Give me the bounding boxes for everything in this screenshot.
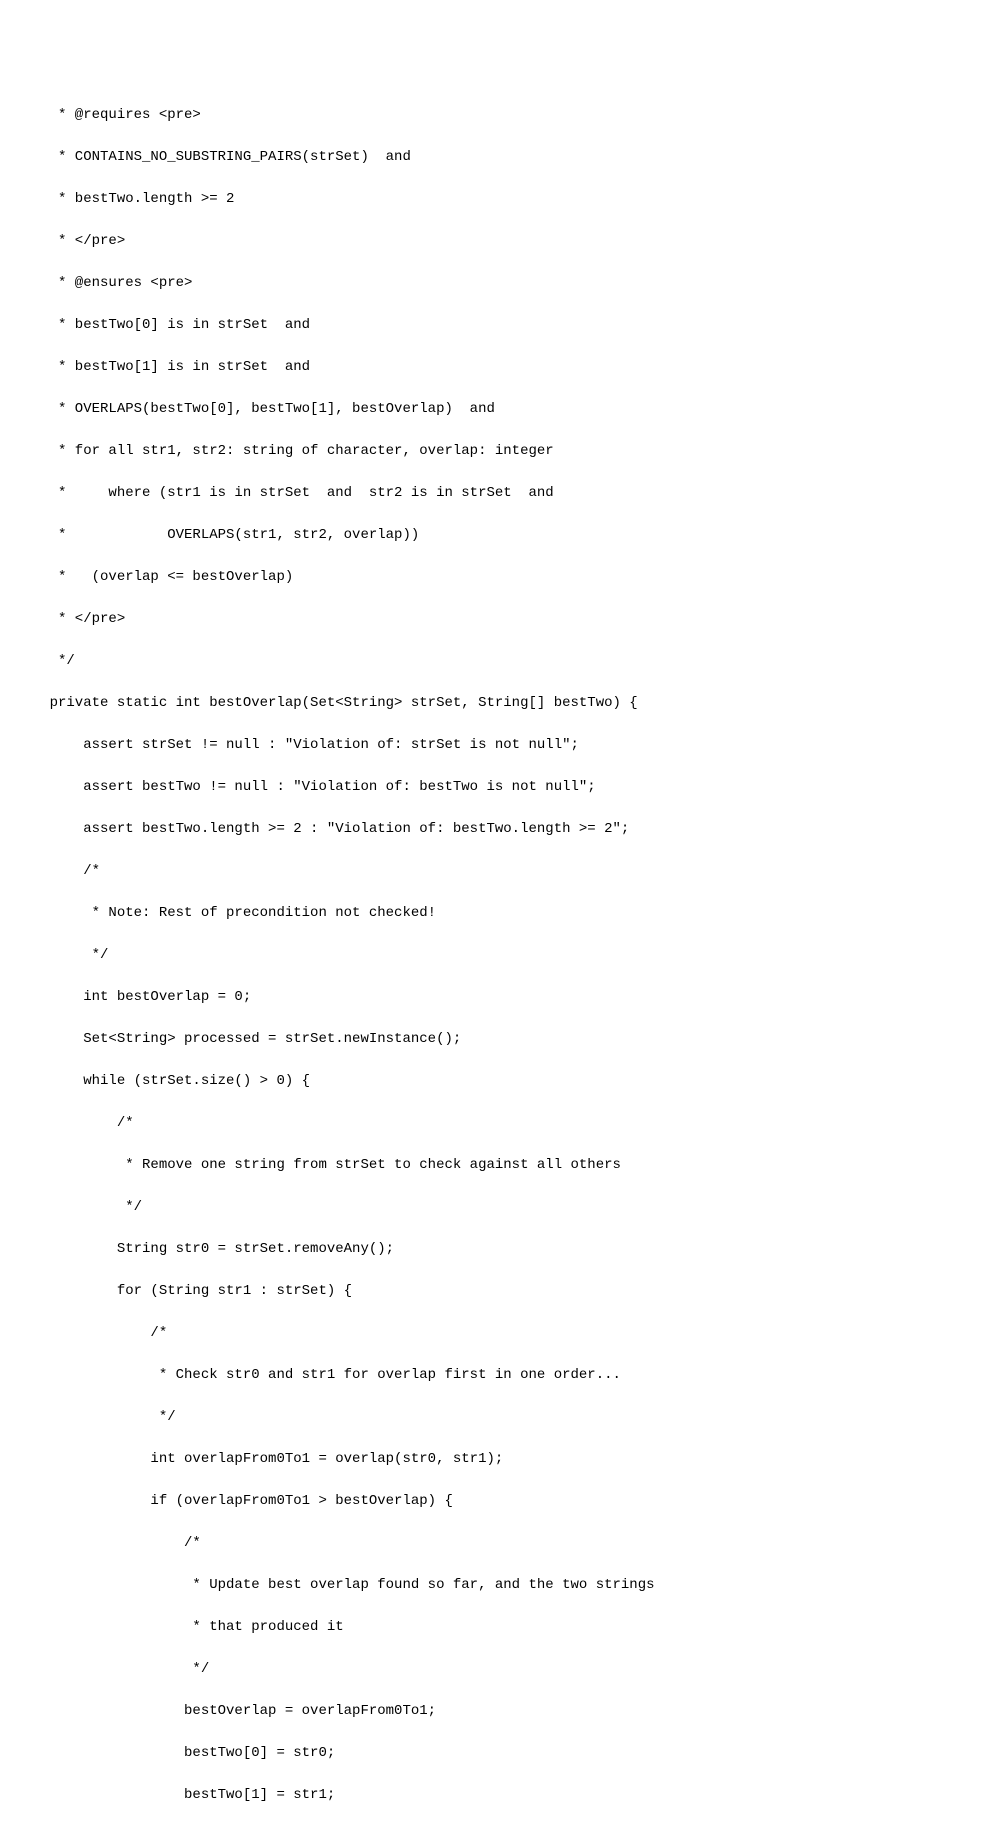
- code-line: * CONTAINS_NO_SUBSTRING_PAIRS(strSet) an…: [16, 147, 981, 168]
- code-line: int bestOverlap = 0;: [16, 987, 981, 1008]
- code-line: while (strSet.size() > 0) {: [16, 1071, 981, 1092]
- code-line: assert bestTwo != null : "Violation of: …: [16, 777, 981, 798]
- code-line: * bestTwo[0] is in strSet and: [16, 315, 981, 336]
- code-line: */: [16, 1197, 981, 1218]
- code-line: bestTwo[0] = str0;: [16, 1743, 981, 1764]
- code-line: bestTwo[1] = str1;: [16, 1785, 981, 1806]
- code-line: bestOverlap = overlapFrom0To1;: [16, 1701, 981, 1722]
- code-line: * where (str1 is in strSet and str2 is i…: [16, 483, 981, 504]
- code-line: /*: [16, 1533, 981, 1554]
- code-block: * @requires <pre> * CONTAINS_NO_SUBSTRIN…: [0, 84, 997, 1826]
- code-line: * </pre>: [16, 609, 981, 630]
- code-line: /*: [16, 861, 981, 882]
- code-line: if (overlapFrom0To1 > bestOverlap) {: [16, 1491, 981, 1512]
- code-line: * Check str0 and str1 for overlap first …: [16, 1365, 981, 1386]
- code-line: * bestTwo[1] is in strSet and: [16, 357, 981, 378]
- code-line: */: [16, 945, 981, 966]
- code-line: /*: [16, 1323, 981, 1344]
- code-line: assert strSet != null : "Violation of: s…: [16, 735, 981, 756]
- code-line: * @requires <pre>: [16, 105, 981, 126]
- code-line: * </pre>: [16, 231, 981, 252]
- code-line: Set<String> processed = strSet.newInstan…: [16, 1029, 981, 1050]
- code-line: * for all str1, str2: string of characte…: [16, 441, 981, 462]
- code-line: private static int bestOverlap(Set<Strin…: [16, 693, 981, 714]
- code-line: * Remove one string from strSet to check…: [16, 1155, 981, 1176]
- code-line: * (overlap <= bestOverlap): [16, 567, 981, 588]
- code-line: * bestTwo.length >= 2: [16, 189, 981, 210]
- code-line: assert bestTwo.length >= 2 : "Violation …: [16, 819, 981, 840]
- code-line: /*: [16, 1113, 981, 1134]
- code-line: * @ensures <pre>: [16, 273, 981, 294]
- code-line: for (String str1 : strSet) {: [16, 1281, 981, 1302]
- code-line: * Update best overlap found so far, and …: [16, 1575, 981, 1596]
- code-line: */: [16, 1659, 981, 1680]
- code-line: * OVERLAPS(bestTwo[0], bestTwo[1], bestO…: [16, 399, 981, 420]
- code-line: * OVERLAPS(str1, str2, overlap)): [16, 525, 981, 546]
- code-line: */: [16, 1407, 981, 1428]
- code-line: String str0 = strSet.removeAny();: [16, 1239, 981, 1260]
- code-line: */: [16, 651, 981, 672]
- code-line: * that produced it: [16, 1617, 981, 1638]
- code-line: int overlapFrom0To1 = overlap(str0, str1…: [16, 1449, 981, 1470]
- code-line: * Note: Rest of precondition not checked…: [16, 903, 981, 924]
